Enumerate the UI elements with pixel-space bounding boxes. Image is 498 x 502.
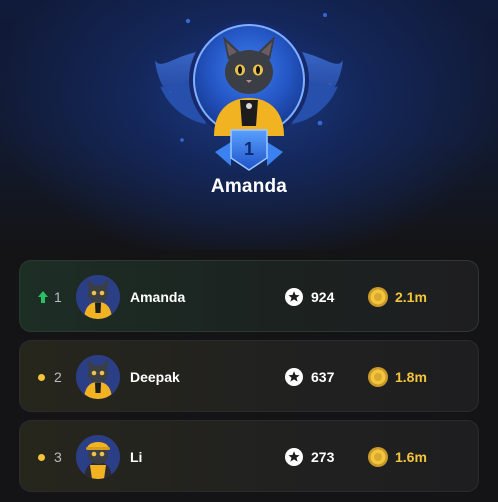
coin-icon <box>368 447 388 467</box>
cat-avatar-icon <box>76 355 120 399</box>
coins-value: 1.6m <box>395 449 427 465</box>
trend-dot-icon <box>38 373 45 381</box>
player-name: Amanda <box>130 289 186 305</box>
star-icon <box>285 288 303 306</box>
score-value: 273 <box>311 449 335 465</box>
cat-avatar-icon <box>76 435 120 479</box>
leaderboard-row[interactable]: 2 Deepak 637 1.8m <box>19 340 479 412</box>
winner-name: Amanda <box>210 176 288 197</box>
star-icon <box>285 448 303 466</box>
cat-avatar-icon <box>76 275 120 319</box>
score-value: 637 <box>311 369 335 385</box>
trend-dot-icon <box>38 453 45 461</box>
winner-hero: 1 Amanda <box>0 0 498 250</box>
avatar <box>76 355 120 399</box>
trend-up-icon <box>38 291 48 303</box>
coin-icon <box>368 287 388 307</box>
rank-number: 3 <box>54 449 62 465</box>
rank-number: 2 <box>54 369 62 385</box>
avatar <box>76 435 120 479</box>
coins-value: 1.8m <box>395 369 427 385</box>
rank-badge-number: 1 <box>244 139 254 159</box>
leaderboard-row[interactable]: 3 Li 273 1.6m <box>19 420 479 492</box>
avatar <box>76 275 120 319</box>
score-value: 924 <box>311 289 335 305</box>
player-name: Deepak <box>130 369 180 385</box>
coins-value: 2.1m <box>395 289 427 305</box>
rank-number: 1 <box>54 289 62 305</box>
player-name: Li <box>130 449 143 465</box>
star-icon <box>285 368 303 386</box>
leaderboard-row[interactable]: 1 Amanda 924 2.1m <box>19 260 479 332</box>
coin-icon <box>368 367 388 387</box>
